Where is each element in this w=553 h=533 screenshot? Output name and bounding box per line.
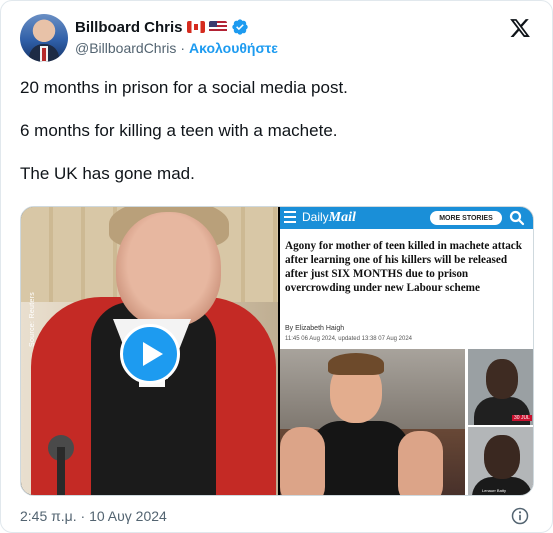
mugshot-caption: Lenaurr Batty bbox=[482, 488, 507, 493]
video-thumbnail[interactable]: Source: Reuters bbox=[21, 207, 278, 495]
mugshot-tag: 30 JUL bbox=[512, 415, 532, 421]
article-photo-mugshot-2: Lenaurr Batty bbox=[468, 427, 533, 495]
tweet-line: 6 months for killing a teen with a mache… bbox=[20, 121, 338, 140]
photo-vest bbox=[310, 421, 410, 495]
mugshot-face bbox=[484, 435, 520, 479]
article-byline: By Elizabeth Haigh bbox=[285, 325, 345, 332]
mugshot-face bbox=[486, 359, 518, 399]
article-screenshot[interactable]: DailyMail MORE STORIES Agony for mother … bbox=[280, 207, 533, 495]
author-handle-row: @BillboardChris · Ακολουθήστε bbox=[75, 40, 278, 56]
separator-dot: · bbox=[180, 40, 186, 56]
tweet-line: The UK has gone mad. bbox=[20, 164, 195, 183]
dailymail-logo: DailyMail bbox=[302, 210, 356, 226]
search-icon bbox=[509, 210, 525, 226]
info-icon[interactable] bbox=[510, 506, 530, 526]
dailymail-logo-name: Mail bbox=[328, 210, 356, 225]
photo-hair bbox=[328, 353, 384, 375]
photo-arm bbox=[280, 427, 325, 495]
flag-canada-icon bbox=[186, 21, 205, 33]
article-headline: Agony for mother of teen killed in mache… bbox=[285, 240, 522, 294]
tweet-text: 20 months in prison for a social media p… bbox=[20, 77, 535, 206]
photo-arm bbox=[398, 431, 443, 495]
tweet-media[interactable]: Source: Reuters DailyMail MORE STORIES A… bbox=[20, 206, 534, 496]
dailymail-header: DailyMail MORE STORIES bbox=[280, 207, 533, 229]
tweet-line: 20 months in prison for a social media p… bbox=[20, 78, 348, 97]
judge-face bbox=[116, 212, 221, 327]
author-avatar[interactable] bbox=[20, 14, 68, 62]
author-display-name[interactable]: Billboard Chris bbox=[75, 19, 183, 36]
more-stories-button: MORE STORIES bbox=[430, 211, 502, 225]
video-source-tag: Source: Reuters bbox=[29, 291, 36, 347]
article-dateline: 11:45 06 Aug 2024, updated 13:38 07 Aug … bbox=[285, 336, 413, 342]
hamburger-menu-icon bbox=[284, 211, 296, 224]
tweet-card: Billboard Chris @BillboardChris · Ακολου… bbox=[0, 0, 553, 533]
verified-badge-icon bbox=[231, 19, 248, 35]
microphone-stand bbox=[57, 447, 65, 495]
dailymail-logo-prefix: Daily bbox=[302, 210, 329, 224]
article-photo-mugshot-1: 30 JUL bbox=[468, 349, 533, 425]
flag-usa-icon bbox=[208, 21, 227, 33]
article-photo-victim bbox=[280, 349, 465, 495]
author-handle[interactable]: @BillboardChris bbox=[75, 40, 176, 56]
play-icon[interactable] bbox=[120, 324, 180, 384]
follow-button[interactable]: Ακολουθήστε bbox=[189, 40, 278, 56]
tweet-timestamp[interactable]: 2:45 π.μ. · 10 Αυγ 2024 bbox=[20, 508, 167, 524]
author-name-row: Billboard Chris bbox=[75, 17, 249, 37]
avatar-tie bbox=[42, 48, 46, 61]
x-logo-icon[interactable] bbox=[509, 17, 531, 39]
mugshot-body bbox=[472, 477, 532, 495]
